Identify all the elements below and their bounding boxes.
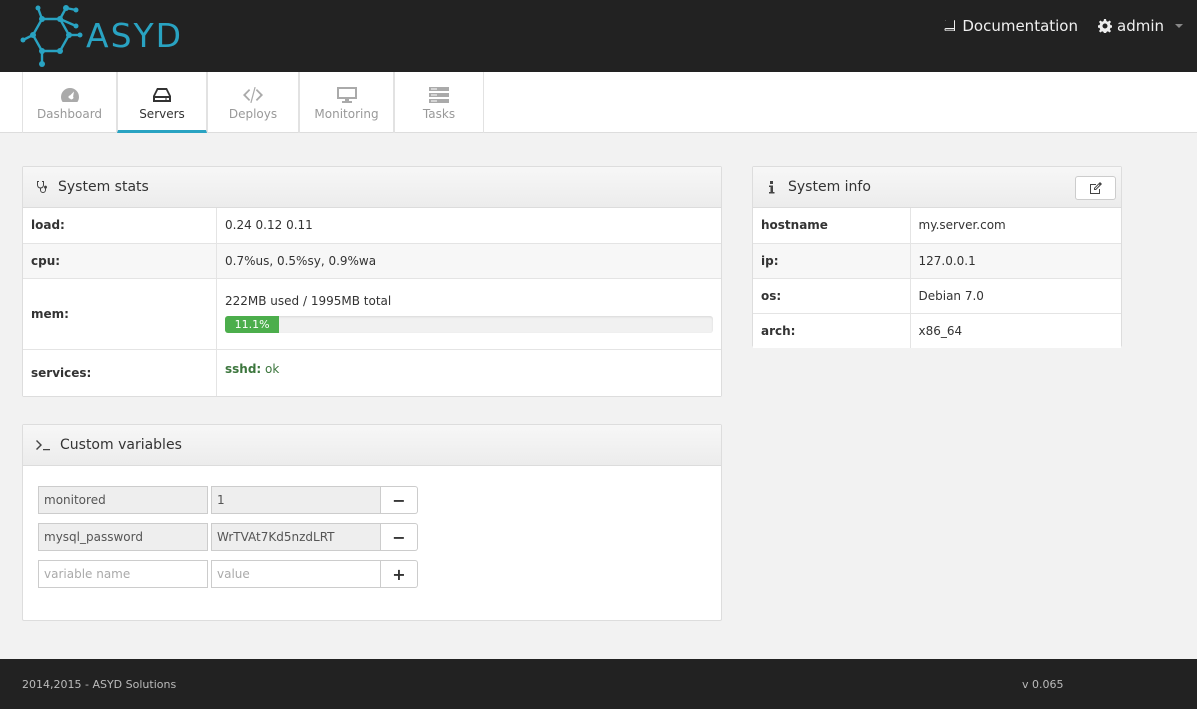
stat-label: services: (23, 348, 217, 396)
info-value: 127.0.0.1 (910, 242, 1121, 278)
info-label: hostname (753, 208, 911, 243)
user-name: admin (1117, 17, 1164, 35)
asyd-logo[interactable]: ASYD (20, 2, 195, 70)
panel-title: System info (788, 179, 871, 195)
mem-cell: 222MB used / 1995MB total 11.1% (216, 277, 721, 349)
variable-row: mysql_password WrTVAt7Kd5nzdLRT − (38, 523, 418, 551)
copyright: 2014,2015 - ASYD Solutions (22, 678, 177, 691)
terminal-icon (36, 440, 50, 451)
footer: 2014,2015 - ASYD Solutions v 0.065 (0, 659, 1197, 709)
variable-name-field[interactable]: monitored (38, 486, 208, 514)
variable-value-field[interactable]: 1 (211, 486, 381, 514)
stethoscope-icon (36, 181, 47, 193)
system-stats-header: System stats (23, 167, 721, 208)
remove-variable-button[interactable]: − (381, 486, 418, 514)
top-nav: Documentation admin (943, 17, 1183, 35)
book-icon (944, 20, 956, 31)
dashboard-icon (60, 88, 79, 102)
table-row: arch: x86_64 (753, 312, 1121, 348)
service-name: sshd: (225, 361, 262, 376)
table-row: ip: 127.0.0.1 (753, 242, 1121, 278)
service-status: ok (265, 361, 280, 376)
table-row: cpu: 0.7%us, 0.5%sy, 0.9%wa (23, 242, 721, 278)
table-row: os: Debian 7.0 (753, 277, 1121, 313)
brand-name: ASYD (86, 16, 184, 55)
tab-label: Servers (139, 107, 185, 121)
top-bar: ASYD Documentation admin (0, 0, 1197, 72)
system-info-panel: System info hostname my.server.com ip: 1… (752, 166, 1122, 348)
documentation-label: Documentation (962, 17, 1078, 35)
stat-label: load: (23, 208, 217, 243)
caret-down-icon (1175, 24, 1183, 28)
table-row: services: sshd: ok (23, 348, 721, 396)
info-label: os: (753, 277, 911, 313)
variable-value-field[interactable]: WrTVAt7Kd5nzdLRT (211, 523, 381, 551)
monitor-icon (336, 87, 357, 103)
tab-tasks[interactable]: Tasks (394, 72, 484, 133)
tab-label: Deploys (228, 107, 278, 121)
mem-progress-fill: 11.1% (225, 316, 280, 333)
system-info-table: hostname my.server.com ip: 127.0.0.1 os:… (753, 208, 1121, 348)
stat-label: mem: (23, 277, 217, 349)
stat-label: cpu: (23, 242, 217, 278)
table-row: mem: 222MB used / 1995MB total 11.1% (23, 277, 721, 349)
new-variable-name-input[interactable]: variable name (38, 560, 208, 588)
tab-label: Dashboard (36, 107, 103, 121)
table-row: hostname my.server.com (753, 208, 1121, 243)
system-info-header: System info (753, 167, 1121, 208)
new-variable-value-input[interactable]: value (211, 560, 381, 588)
services-cell: sshd: ok (216, 348, 721, 396)
tab-label: Monitoring (314, 107, 379, 121)
tab-deploys[interactable]: Deploys (207, 72, 299, 133)
system-stats-panel: System stats load: 0.24 0.12 0.11 cpu: 0… (22, 166, 722, 397)
edit-icon (1089, 182, 1102, 194)
info-value: x86_64 (910, 312, 1121, 348)
documentation-link[interactable]: Documentation (943, 17, 1078, 35)
info-icon (769, 181, 775, 194)
code-icon (243, 87, 263, 103)
tab-monitoring[interactable]: Monitoring (299, 72, 394, 133)
custom-variables-header: Custom variables (23, 425, 721, 466)
info-value: my.server.com (918, 218, 1006, 233)
stat-value: 0.24 0.12 0.11 (225, 218, 313, 233)
mem-value: 222MB used / 1995MB total (225, 294, 392, 308)
remove-variable-button[interactable]: − (381, 523, 418, 551)
panel-title: System stats (58, 179, 149, 195)
tab-label: Tasks (422, 107, 456, 121)
server-icon (153, 88, 171, 102)
tab-dashboard[interactable]: Dashboard (22, 72, 117, 133)
system-stats-table: load: 0.24 0.12 0.11 cpu: 0.7%us, 0.5%sy… (23, 208, 721, 396)
info-value: Debian 7.0 (910, 277, 1121, 313)
add-variable-button[interactable]: + (381, 560, 418, 588)
version: v 0.065 (1022, 678, 1064, 691)
mem-progress-bar: 11.1% (225, 316, 713, 333)
custom-variables-panel: Custom variables monitored 1 − mysql_pas… (22, 424, 722, 621)
info-label: ip: (753, 242, 911, 278)
user-menu[interactable]: admin (1098, 17, 1183, 35)
tab-bar: Dashboard Servers Deploys Monitoring Tas… (0, 72, 1197, 133)
tasks-icon (429, 87, 449, 103)
stat-value: 0.7%us, 0.5%sy, 0.9%wa (216, 242, 721, 278)
tab-servers[interactable]: Servers (117, 72, 207, 133)
variable-name-field[interactable]: mysql_password (38, 523, 208, 551)
info-label: arch: (753, 312, 911, 348)
panel-title: Custom variables (60, 437, 182, 453)
table-row: load: 0.24 0.12 0.11 (23, 208, 721, 243)
mem-percent-label: 11.1% (234, 318, 270, 331)
new-variable-row: variable name value + (38, 560, 418, 588)
variable-row: monitored 1 − (38, 486, 418, 514)
edit-button[interactable] (1075, 176, 1116, 200)
gear-icon (1098, 19, 1112, 33)
